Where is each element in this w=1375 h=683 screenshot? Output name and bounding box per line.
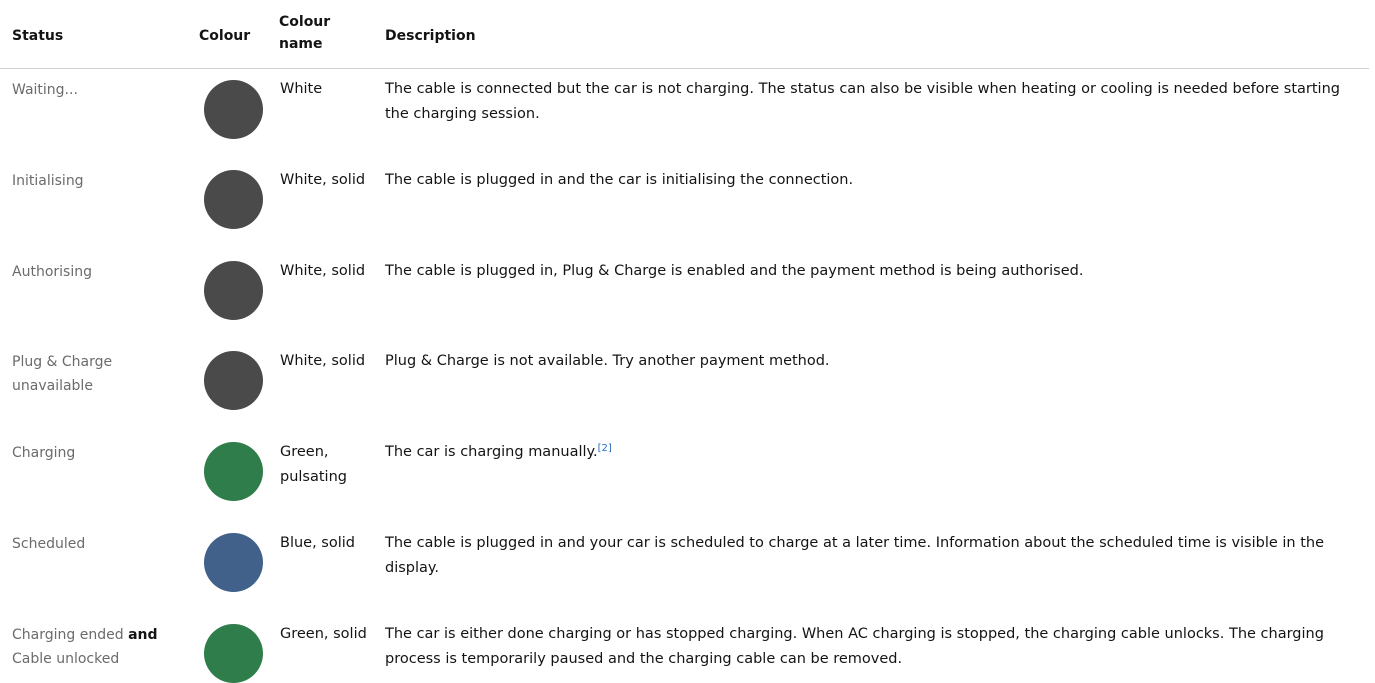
colour-name-text-line1: Green, [280,444,329,460]
status-light-dot [204,624,263,683]
colour-name-text: Green, solid [280,626,367,642]
status-text: Scheduled [12,536,86,552]
colour-name-text: White, solid [280,172,366,188]
description-cell: The car is charging manually.[2] [385,440,1360,465]
status-light-dot [204,442,263,501]
status-cell: Plug & Charge unavailable [12,350,192,398]
status-light-dot [204,261,263,320]
status-cell: Authorising [12,260,192,284]
status-and-word: and [128,627,158,643]
header-status: Status [12,28,64,44]
header-colour-name-line1: Colour [279,14,331,30]
header-colour: Colour [199,28,251,44]
header-description: Description [385,28,476,44]
status-light-dot [204,170,263,229]
status-text-line1: Plug & Charge [12,354,113,370]
status-text: Charging [12,445,76,461]
colour-name-text: Blue, solid [280,535,355,551]
colour-name-text: White [280,81,323,97]
status-light-dot [204,80,263,139]
header-colour-name: Colour name [279,11,330,55]
colour-name-cell: Blue, solid [280,531,380,556]
colour-name-text-line2: pulsating [280,469,347,485]
status-cell: Scheduled [12,532,192,556]
colour-name-text: White, solid [280,263,366,279]
status-light-dot [204,351,263,410]
description-cell: The cable is plugged in and your car is … [385,535,1325,576]
header-divider [0,68,1369,69]
status-text: Waiting... [12,82,78,98]
colour-name-text: White, solid [280,353,366,369]
status-text-line2: unavailable [12,378,93,394]
status-cell: Charging ended and Cable unlocked [12,623,192,671]
status-cell: Waiting... [12,78,192,102]
footnote-link[interactable]: [2] [598,443,612,454]
description-cell: Plug & Charge is not available. Try anot… [385,353,830,369]
colour-name-cell: White, solid [280,259,380,284]
description-text: The car is charging manually. [385,444,598,460]
colour-name-cell: White, solid [280,168,380,193]
status-text: Authorising [12,264,92,280]
colour-name-cell: White, solid [280,349,380,374]
colour-name-cell: Green, solid [280,622,380,647]
description-cell: The cable is connected but the car is no… [385,81,1340,122]
description-cell: The car is either done charging or has s… [385,626,1324,667]
status-text: Initialising [12,173,84,189]
description-cell: The cable is plugged in and the car is i… [385,172,854,188]
colour-name-cell: White [280,77,380,102]
status-text-part1: Charging ended [12,627,124,643]
status-text-line1: Charging ended and [12,623,192,647]
status-cell: Charging [12,441,192,465]
status-cell: Initialising [12,169,192,193]
colour-name-cell: Green, pulsating [280,440,380,490]
status-light-dot [204,533,263,592]
description-cell: The cable is plugged in, Plug & Charge i… [385,263,1084,279]
header-colour-name-line2: name [279,36,323,52]
status-text-line2: Cable unlocked [12,651,120,667]
